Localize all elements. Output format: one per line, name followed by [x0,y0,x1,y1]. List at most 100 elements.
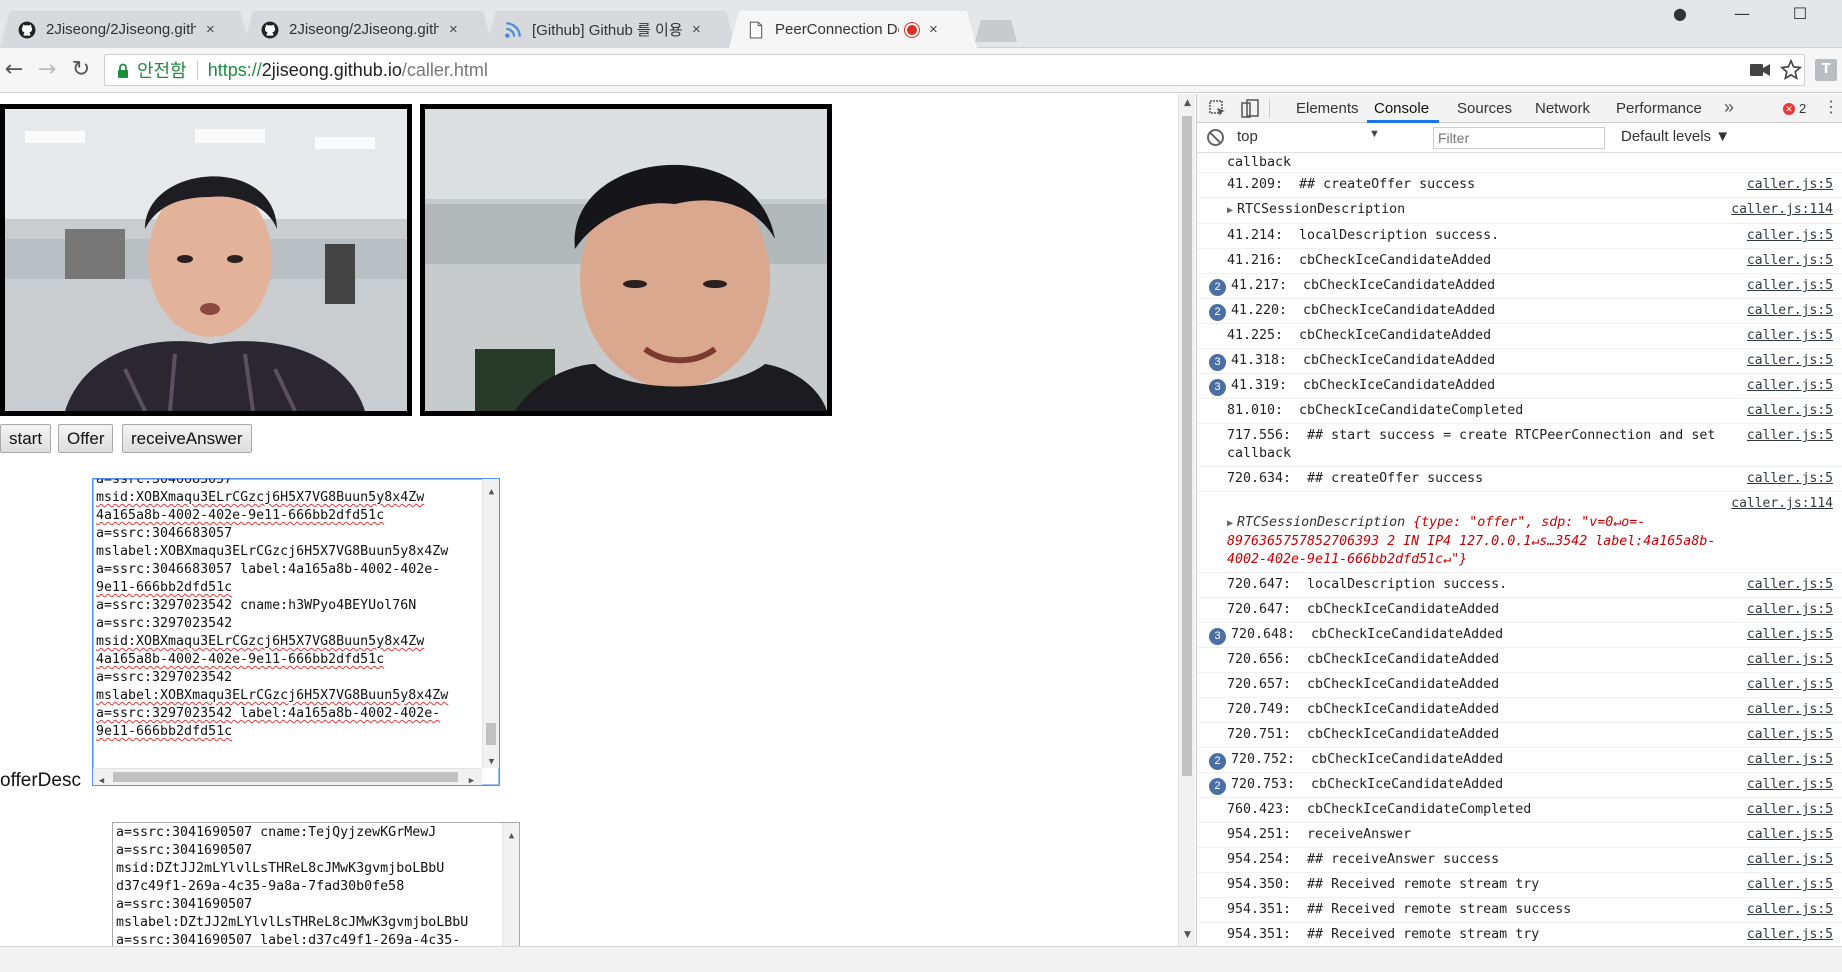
offer-text-lines: a=ssrc:3046683057 msid:XOBXmaqu3ELrCGzcj6… [93,479,483,741]
profile-icon[interactable]: ● [1665,4,1695,23]
scroll-up-icon[interactable]: ▲ [483,483,499,501]
minimize-button[interactable]: — [1727,4,1757,23]
source-link[interactable]: caller.js:5 [1747,801,1833,819]
source-link[interactable]: caller.js:5 [1747,252,1833,270]
device-toolbar-icon[interactable] [1241,99,1259,119]
error-count-badge[interactable]: ✕ 2 [1783,101,1806,116]
console-message-container: 41.216: cbCheckIceCandidateAdded [1227,252,1835,270]
console-log-row: 2 41.220: cbCheckIceCandidateAdded caller.… [1197,299,1842,324]
tab-close-icon[interactable]: × [206,21,215,38]
scroll-left-icon[interactable]: ◀ [93,772,110,785]
scrollbar-thumb[interactable] [486,723,496,745]
source-link[interactable]: caller.js:5 [1747,277,1833,295]
scrollbar-thumb[interactable] [113,772,458,782]
tab-elements[interactable]: Elements [1296,100,1359,117]
chevron-down-icon[interactable]: ▼ [1369,128,1380,140]
source-link[interactable]: caller.js:5 [1747,377,1833,395]
scroll-up-icon[interactable]: ▲ [503,827,519,845]
browser-tab[interactable]: 2Jiseong/2Jiseong.githu × [0,11,250,48]
source-link[interactable]: caller.js:5 [1747,402,1833,420]
tab-close-icon[interactable]: × [692,21,701,38]
offer-vertical-scrollbar[interactable]: ▲ ▼ [482,479,499,768]
source-link[interactable]: caller.js:5 [1747,751,1833,769]
expand-triangle-icon[interactable]: ▶ [1227,205,1233,216]
more-tabs-icon[interactable]: » [1724,97,1734,118]
source-link[interactable]: caller.js:5 [1747,302,1833,320]
maximize-button[interactable]: ☐ [1785,4,1815,23]
source-link[interactable]: caller.js:5 [1747,427,1833,445]
scroll-up-icon[interactable]: ▲ [1179,98,1196,108]
star-icon[interactable] [1780,59,1802,81]
source-link[interactable]: caller.js:5 [1747,352,1833,370]
source-link[interactable]: caller.js:5 [1747,626,1833,644]
console-message-container: 720.752: cbCheckIceCandidateAdded [1227,751,1835,769]
tab-sources[interactable]: Sources [1457,100,1512,117]
tab-console[interactable]: Console [1374,100,1429,117]
source-link[interactable]: caller.js:5 [1747,327,1833,345]
source-link[interactable]: caller.js:5 [1747,651,1833,669]
context-selector[interactable]: top [1237,128,1387,145]
console-log-row[interactable]: ▶ RTCSessionDescription caller.js:114 [1197,198,1842,224]
camera-icon[interactable] [1750,63,1770,77]
source-link[interactable]: caller.js:5 [1747,926,1833,944]
answer-desc-textarea[interactable]: a=ssrc:3041690507 cname:TejQyjzewKGrMewJ… [112,822,520,946]
console-message-text: 720.657: cbCheckIceCandidateAdded [1227,677,1500,692]
source-link[interactable]: caller.js:5 [1747,851,1833,869]
offer-desc-textarea[interactable]: a=ssrc:3046683057 msid:XOBXmaqu3ELrCGzcj6… [92,478,500,786]
repeat-count-badge: 3 [1209,354,1226,371]
console-message-text: 720.634: ## createOffer success [1227,471,1484,486]
source-link[interactable]: caller.js:5 [1747,826,1833,844]
inspect-element-icon[interactable] [1209,100,1227,118]
reload-button[interactable]: ↻ [67,56,95,84]
source-link[interactable]: caller.js:114 [1731,201,1833,219]
console-log-row[interactable]: ▶ RTCSessionDescription {type: "offer", s… [1197,492,1842,573]
github-icon [261,21,279,38]
offer-button[interactable]: Offer [58,424,114,453]
local-video [0,104,412,416]
source-link[interactable]: caller.js:5 [1747,227,1833,245]
extension-icon[interactable]: T [1815,59,1837,81]
browser-tab-active[interactable]: PeerConnection Dem × [729,11,977,48]
new-tab-button[interactable] [975,20,1017,42]
console-message-text: 720.752: cbCheckIceCandidateAdded [1231,752,1504,767]
kebab-menu-icon[interactable]: ⋮ [1823,97,1839,117]
expand-triangle-icon[interactable]: ▶ [1227,518,1233,529]
start-button[interactable]: start [0,424,52,453]
tab-performance[interactable]: Performance [1616,100,1702,117]
answer-vertical-scrollbar[interactable]: ▲ [502,823,519,946]
console-filter-input[interactable] [1433,127,1605,149]
browser-tab[interactable]: 2Jiseong/2Jiseong.githu × [243,11,493,48]
source-link[interactable]: caller.js:5 [1747,726,1833,744]
lock-icon [118,63,128,78]
page-vertical-scrollbar[interactable]: ▲ ▼ [1178,94,1195,946]
address-bar[interactable]: 안전함 https://2jiseong.github.io/caller.ht… [104,54,1805,86]
scroll-right-icon[interactable]: ▶ [463,772,480,785]
offer-text-line: a=ssrc:3297023542 label:4a165a8b-4002-40… [96,706,441,721]
back-button[interactable]: ← [0,56,28,84]
log-levels-dropdown[interactable]: Default levels ▼ [1621,128,1730,145]
forward-button[interactable]: → [33,56,61,84]
source-link[interactable]: caller.js:5 [1747,601,1833,619]
source-link[interactable]: caller.js:5 [1747,576,1833,594]
offer-horizontal-scrollbar[interactable]: ◀ ▶ [93,768,482,785]
scroll-down-icon[interactable]: ▼ [1179,930,1196,940]
source-link[interactable]: caller.js:5 [1747,901,1833,919]
console-log-row: 720.656: cbCheckIceCandidateAdded caller.… [1197,648,1842,673]
source-link[interactable]: caller.js:5 [1747,676,1833,694]
tab-network[interactable]: Network [1535,100,1590,117]
tab-close-icon[interactable]: × [449,21,458,38]
source-link[interactable]: caller.js:5 [1747,701,1833,719]
receive-answer-button[interactable]: receiveAnswer [122,424,252,453]
source-link[interactable]: caller.js:5 [1747,176,1833,194]
scrollbar-thumb[interactable] [1182,116,1192,776]
source-link[interactable]: caller.js:5 [1747,776,1833,794]
source-link[interactable]: caller.js:5 [1747,876,1833,894]
source-link[interactable]: caller.js:5 [1747,470,1833,488]
clear-console-icon[interactable] [1207,129,1224,146]
tab-close-icon[interactable]: × [929,21,938,38]
browser-tab[interactable]: [Github] Github 를 이용 × [486,11,736,48]
offer-text-line: 4a165a8b-4002-402e-9e11-666bb2dfd51c [96,652,385,667]
source-link[interactable]: caller.js:114 [1731,495,1833,513]
scroll-down-icon[interactable]: ▼ [483,753,499,771]
answer-text-lines: a=ssrc:3041690507 cname:TejQyjzewKGrMewJ… [113,824,503,946]
